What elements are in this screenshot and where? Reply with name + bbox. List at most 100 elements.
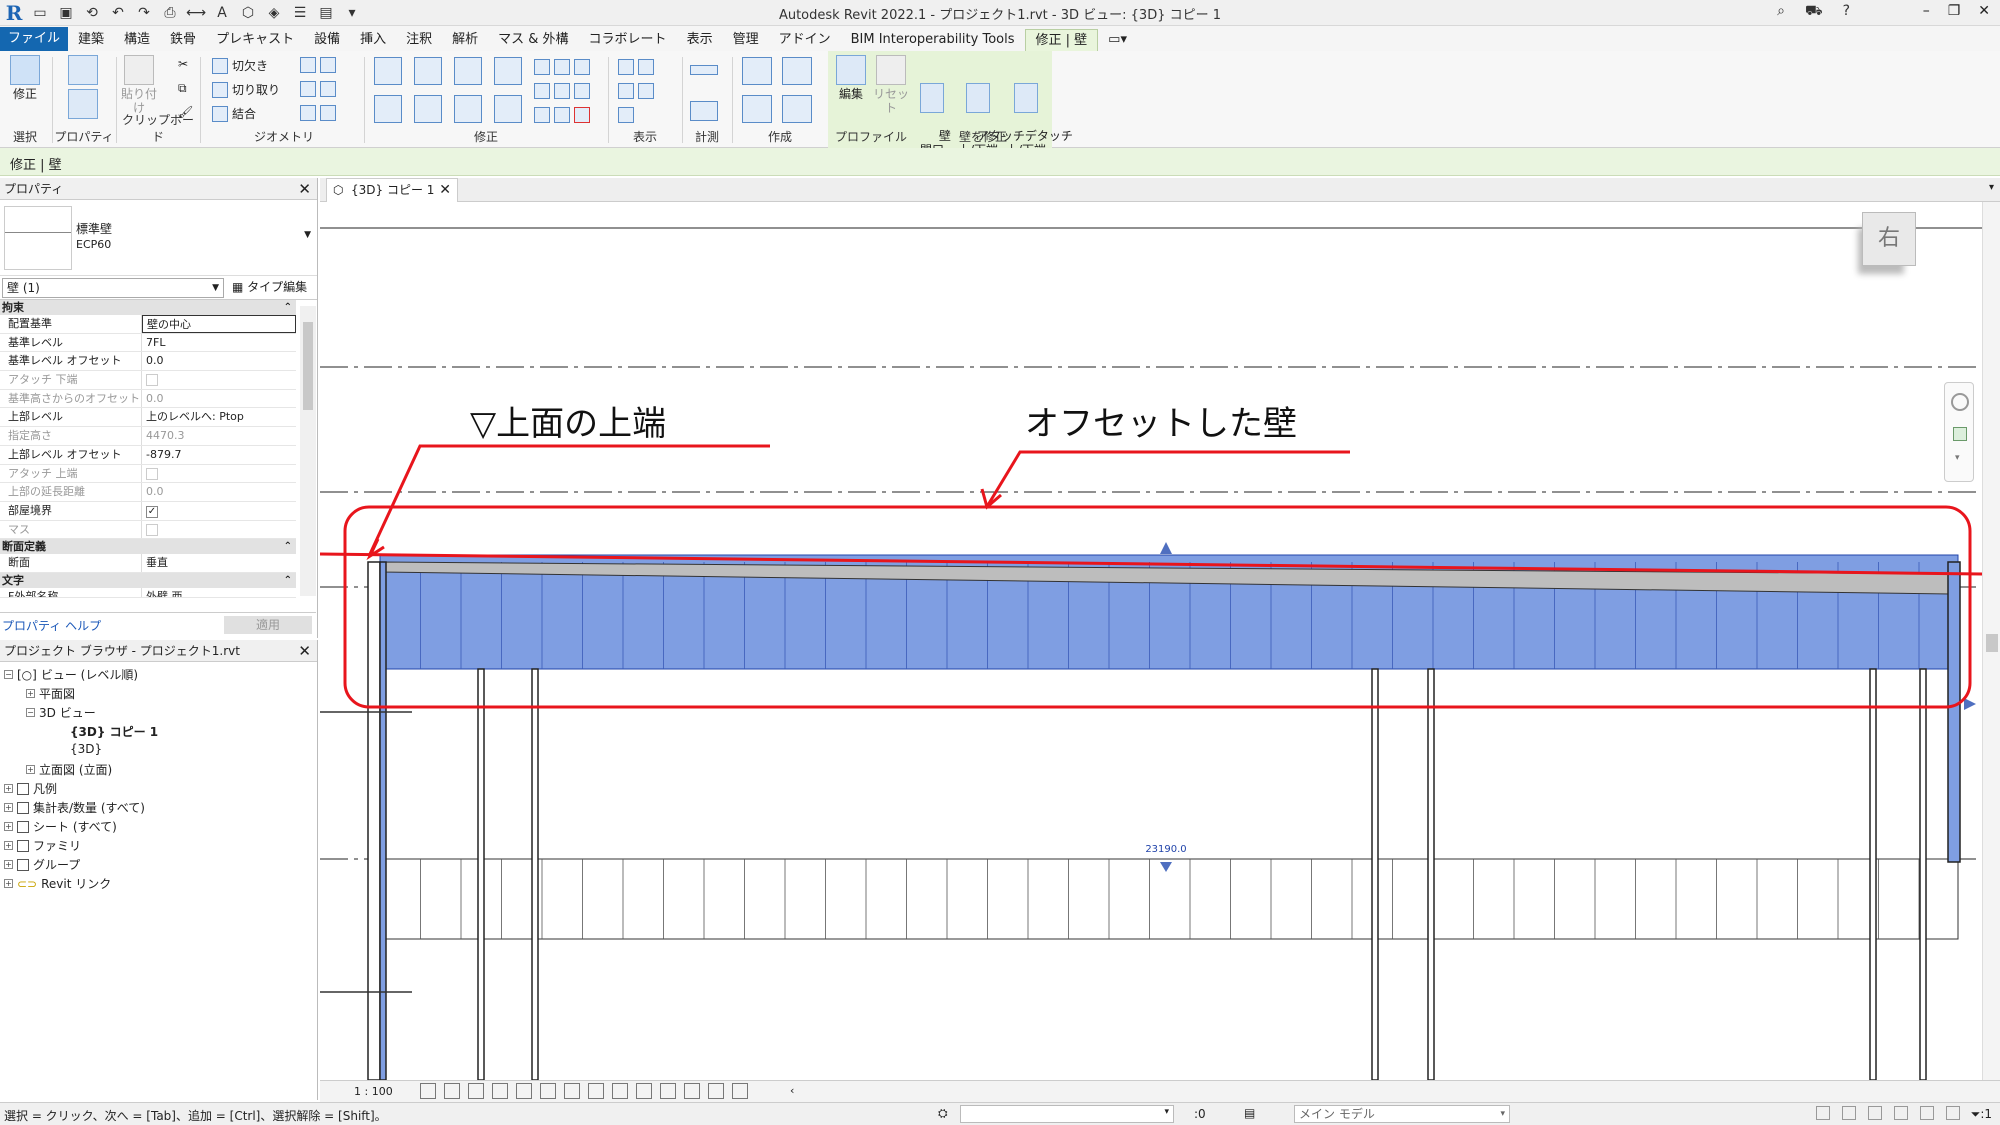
close-icon[interactable]: ✕: [439, 179, 451, 201]
prop-value[interactable]: 0.0: [142, 352, 296, 370]
hide-in-view-icon[interactable]: [618, 59, 654, 75]
close-icon[interactable]: ✕: [1978, 3, 1990, 19]
collapse-icon[interactable]: −: [4, 670, 13, 679]
split-icon[interactable]: [534, 59, 590, 75]
binoculars-icon[interactable]: ⌕: [1777, 3, 1785, 21]
close-icon[interactable]: ✕: [298, 640, 311, 662]
prop-value[interactable]: 7FL: [142, 334, 296, 352]
tree-node-3d-copy[interactable]: {3D} コピー 1: [70, 723, 158, 740]
analytical-model-icon[interactable]: [684, 1083, 700, 1099]
array-icon[interactable]: [534, 83, 590, 99]
tree-node-revit-links[interactable]: + ⊂⊃ Revit リンク: [4, 875, 111, 892]
tree-node-schedules[interactable]: + 集計表/数量 (すべて): [4, 799, 145, 816]
tab-steel[interactable]: 鉄骨: [160, 29, 206, 51]
tree-node-groups[interactable]: + グループ: [4, 856, 80, 873]
type-selector[interactable]: 標準壁 ECP60 ▼: [0, 200, 317, 276]
modify-button[interactable]: 修正: [6, 55, 44, 101]
tab-systems[interactable]: 設備: [304, 29, 350, 51]
instance-filter-select[interactable]: 壁 (1) ▼: [2, 278, 224, 298]
reset-profile-button[interactable]: リセット: [872, 55, 910, 115]
tab-extra-icon[interactable]: ▭▾: [1098, 29, 1137, 51]
shadows-icon[interactable]: [492, 1083, 508, 1099]
create-similar-icon[interactable]: [782, 95, 812, 123]
tab-view[interactable]: 表示: [677, 29, 723, 51]
apply-button[interactable]: 適用: [224, 616, 312, 634]
prop-value[interactable]: 外壁 西: [142, 588, 296, 597]
prop-value[interactable]: 垂直: [142, 554, 296, 572]
design-option-select[interactable]: メイン モデル ▾: [1294, 1105, 1510, 1123]
tab-collaborate[interactable]: コラボレート: [579, 29, 677, 51]
crop-view-icon[interactable]: [564, 1083, 580, 1099]
mirror-pick-icon[interactable]: [454, 57, 482, 85]
type-properties-icon[interactable]: [68, 89, 98, 119]
rotate-icon[interactable]: [454, 95, 482, 123]
tree-node-3d[interactable]: {3D}: [70, 742, 102, 756]
section-constraints[interactable]: 拘束 ⌃: [0, 300, 296, 315]
copy-icon[interactable]: ⧉: [178, 81, 187, 96]
tab-precast[interactable]: プレキャスト: [206, 29, 304, 51]
expand-icon[interactable]: +: [4, 803, 13, 812]
drag-elements-icon[interactable]: [1920, 1106, 1934, 1120]
wall-joins-icon[interactable]: [300, 57, 336, 73]
close-icon[interactable]: ✕: [298, 178, 311, 200]
tree-node-floor-plans[interactable]: + 平面図: [26, 685, 75, 702]
properties-button[interactable]: [64, 55, 102, 121]
section-structural[interactable]: 断面定義 ⌃: [0, 539, 296, 555]
cut-icon[interactable]: ✂: [178, 57, 188, 71]
tree-node-views[interactable]: − [○] ビュー (レベル順): [4, 666, 138, 683]
properties-help-link[interactable]: プロパティ ヘルプ: [2, 617, 101, 634]
linework-icon[interactable]: [618, 107, 634, 123]
tab-manage[interactable]: 管理: [723, 29, 769, 51]
expand-icon[interactable]: +: [4, 784, 13, 793]
minimize-icon[interactable]: –: [1923, 3, 1930, 19]
cope-button[interactable]: 切欠き: [212, 57, 268, 74]
tree-node-3d-views[interactable]: −3D ビュー: [26, 704, 96, 721]
workset-select[interactable]: ▾: [960, 1105, 1174, 1123]
select-links-icon[interactable]: [1816, 1106, 1830, 1120]
split-face-icon[interactable]: [300, 81, 336, 97]
canvas-scrollbar[interactable]: [1982, 202, 2000, 1082]
offset-icon[interactable]: [414, 57, 442, 85]
create-assembly-icon[interactable]: [782, 57, 812, 85]
prop-value-input[interactable]: 壁の中心: [142, 315, 296, 333]
tab-menu-icon[interactable]: ▾: [1989, 182, 1994, 193]
expand-icon[interactable]: +: [4, 841, 13, 850]
expand-icon[interactable]: +: [4, 860, 13, 869]
collapse-icon[interactable]: −: [26, 708, 35, 717]
copy-element-icon[interactable]: [414, 95, 442, 123]
tab-bim-interop[interactable]: BIM Interoperability Tools: [841, 29, 1025, 51]
trim-icon[interactable]: [494, 95, 522, 123]
paste-button[interactable]: 貼り付け: [120, 55, 158, 115]
tab-architecture[interactable]: 建築: [68, 29, 114, 51]
tree-node-families[interactable]: + ファミリ: [4, 837, 81, 854]
show-crop-icon[interactable]: [588, 1083, 604, 1099]
view-tab-3d-copy[interactable]: ⬡ {3D} コピー 1 ✕: [326, 178, 458, 202]
tab-massing[interactable]: マス & 外構: [488, 29, 578, 51]
expand-icon[interactable]: +: [4, 879, 13, 888]
drawing-canvas[interactable]: 23190.0 ▽上面の上端 オフセットした壁 右 ▾: [320, 202, 1982, 1080]
tab-analyze[interactable]: 解析: [442, 29, 488, 51]
steering-wheel-icon[interactable]: [1951, 393, 1969, 411]
pin-icon[interactable]: [534, 107, 590, 123]
edit-type-button[interactable]: ▦ タイプ編集: [232, 278, 307, 295]
temp-hide-icon[interactable]: [612, 1083, 628, 1099]
mirror-draw-icon[interactable]: [494, 57, 522, 85]
dimension-icon[interactable]: [690, 101, 718, 121]
design-options-icon[interactable]: ▤: [1244, 1106, 1255, 1120]
expand-icon[interactable]: +: [4, 822, 13, 831]
edit-profile-button[interactable]: 編集: [832, 55, 870, 101]
background-process-icon[interactable]: [1946, 1106, 1960, 1120]
sun-path-icon[interactable]: [468, 1083, 484, 1099]
tree-node-elevations[interactable]: + 立面図 (立面): [26, 761, 112, 778]
select-underlay-icon[interactable]: [1842, 1106, 1856, 1120]
temp-view-props-icon[interactable]: [660, 1083, 676, 1099]
viewcube[interactable]: 右: [1862, 212, 1916, 266]
prop-value[interactable]: -879.7: [142, 446, 296, 464]
room-bounding-checkbox[interactable]: ✓: [146, 505, 158, 518]
reveal-constraints-icon[interactable]: [732, 1083, 748, 1099]
lock-view-icon[interactable]: [540, 1083, 556, 1099]
tree-node-sheets[interactable]: + シート (すべて): [4, 818, 117, 835]
help-icon[interactable]: ?: [1843, 3, 1850, 21]
restore-icon[interactable]: ❐: [1948, 3, 1961, 19]
create-group-icon[interactable]: [742, 95, 772, 123]
